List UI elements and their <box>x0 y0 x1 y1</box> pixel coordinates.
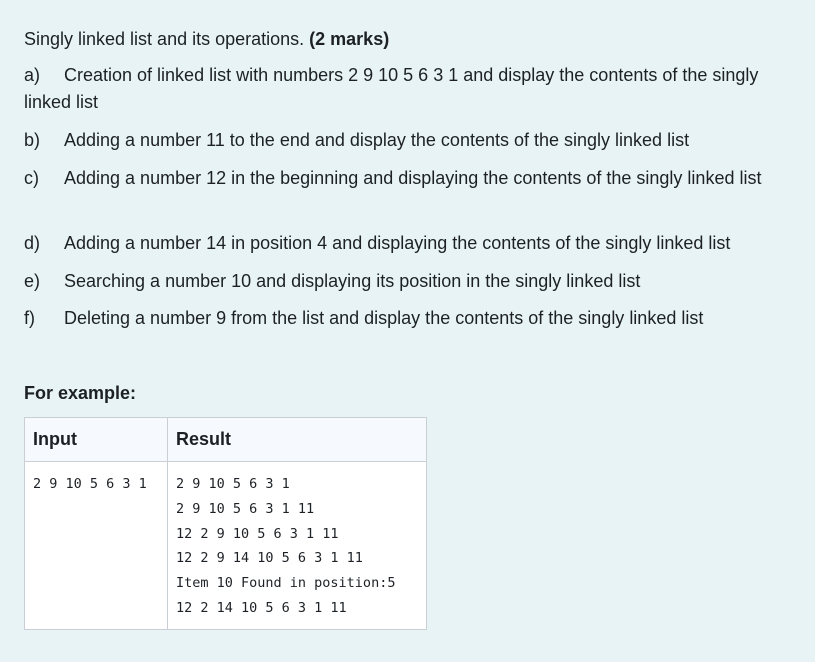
task-letter: a) <box>24 65 41 85</box>
task-text: Adding a number 12 in the beginning and … <box>64 168 762 188</box>
question-title: Singly linked list and its operations. <box>24 29 310 49</box>
example-header-row: Input Result <box>24 417 427 462</box>
task-letter: d) <box>24 233 41 253</box>
task-item-a: a) Creation of linked list with numbers 2… <box>24 62 799 116</box>
task-item-d: d) Adding a number 14 in position 4 and d… <box>24 230 799 257</box>
task-text: Adding a number 14 in position 4 and dis… <box>64 233 731 253</box>
input-cell: 2 9 10 5 6 3 1 <box>24 461 168 630</box>
result-line: 2 9 10 5 6 3 1 11 <box>176 500 315 517</box>
task-item-c: c) Adding a number 12 in the beginning an… <box>24 165 799 192</box>
task-letter: b) <box>24 130 41 150</box>
example-table: Input Result 2 9 10 5 6 3 1 2 9 10 5 6 3… <box>24 417 427 630</box>
question-marks: (2 marks) <box>309 29 390 49</box>
task-letter: c) <box>24 168 39 188</box>
result-line: 12 2 9 14 10 5 6 3 1 11 <box>176 550 363 567</box>
result-cell: 2 9 10 5 6 3 1 2 9 10 5 6 3 1 11 12 2 9 10… <box>167 461 427 630</box>
question-heading: Singly linked list and its operations. (… <box>24 28 389 50</box>
input-column-header: Input <box>24 417 168 462</box>
task-item-e: e) Searching a number 10 and displaying i… <box>24 268 799 295</box>
task-text: Creation of linked list with numbers 2 9… <box>24 65 759 112</box>
task-letter: e) <box>24 271 41 291</box>
result-line: 12 2 14 10 5 6 3 1 11 <box>176 599 347 616</box>
task-text: Searching a number 10 and displaying its… <box>64 271 641 291</box>
task-text: Deleting a number 9 from the list and di… <box>64 308 704 328</box>
task-text: Adding a number 11 to the end and displa… <box>64 130 690 150</box>
example-label: For example: <box>24 383 137 403</box>
task-item-b: b) Adding a number 11 to the end and disp… <box>24 127 799 154</box>
task-letter: f) <box>24 308 35 328</box>
result-line: 2 9 10 5 6 3 1 <box>176 476 290 492</box>
task-item-f: f) Deleting a number 9 from the list and … <box>24 305 799 332</box>
result-line: Item 10 Found in position:5 <box>176 575 396 592</box>
example-row: 2 9 10 5 6 3 1 2 9 10 5 6 3 12 9 10 5 6 … <box>24 461 427 630</box>
result-column-header: Result <box>167 417 427 462</box>
input-line: 2 9 10 5 6 3 1 <box>33 476 147 492</box>
result-line: 12 2 9 10 5 6 3 1 11 <box>176 525 339 542</box>
